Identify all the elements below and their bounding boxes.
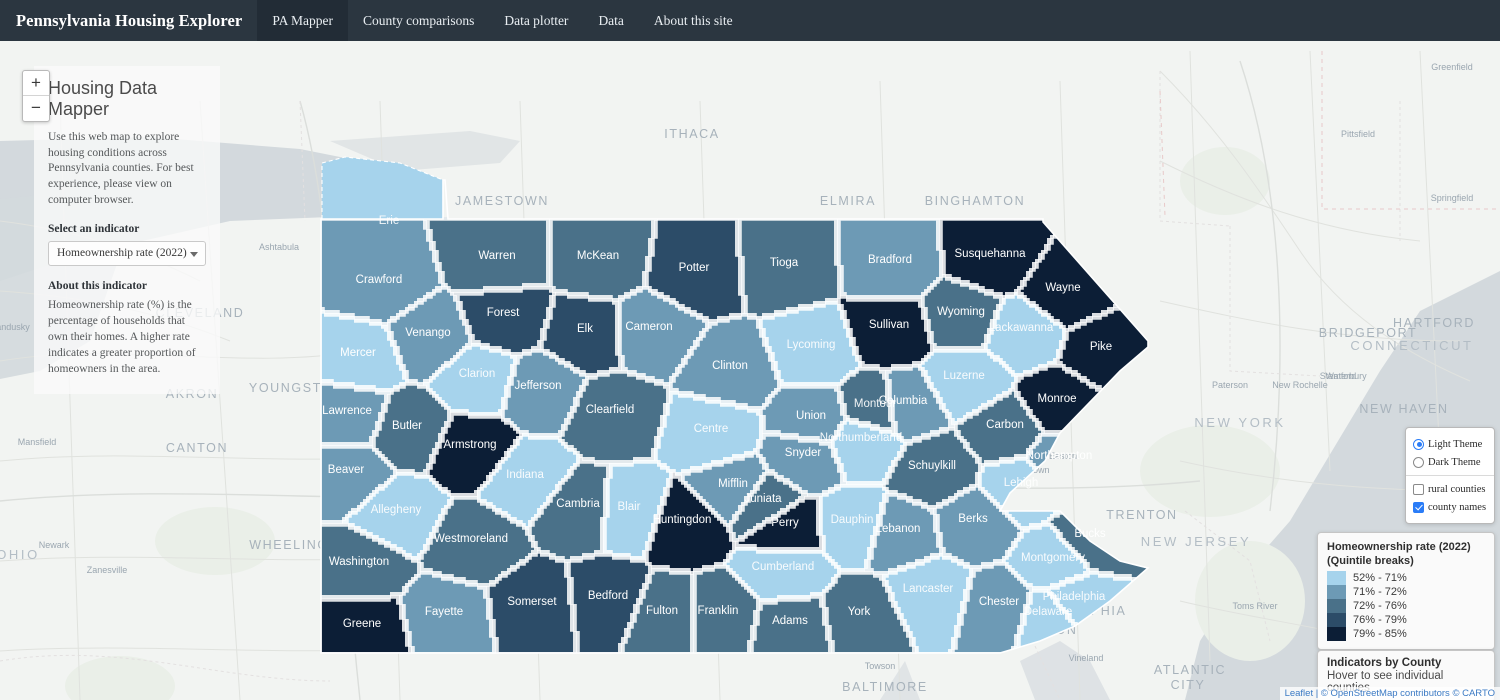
legend-swatch [1327, 627, 1346, 642]
info-panel: Housing Data Mapper Use this web map to … [34, 66, 220, 394]
about-indicator-heading: About this indicator [48, 280, 148, 293]
overlay-toggle-label: county names [1428, 501, 1487, 513]
nav-tab-about-this-site[interactable]: About this site [639, 0, 748, 41]
checkbox-icon[interactable] [1413, 483, 1424, 495]
legend-swatch [1327, 571, 1346, 586]
legend-item: 52% - 71% [1327, 571, 1485, 586]
site-brand[interactable]: Pennsylvania Housing Explorer [0, 0, 257, 41]
panel-intro-text: Use this web map to explore housing cond… [48, 130, 194, 207]
radio-icon[interactable] [1413, 456, 1424, 468]
infobox-title: Indicators by County [1327, 657, 1442, 669]
legend-title-line2: (Quintile breaks) [1327, 555, 1414, 568]
legend-title: Homeownership rate (2022) (Quintile brea… [1327, 540, 1485, 568]
select-indicator-label: Select an indicator [48, 223, 140, 236]
checkbox-icon[interactable] [1413, 501, 1424, 513]
legend-range-label: 71% - 72% [1353, 586, 1407, 599]
legend-swatch [1327, 599, 1346, 614]
nav-tab-data[interactable]: Data [583, 0, 638, 41]
theme-option-dark-theme[interactable]: Dark Theme [1413, 454, 1486, 470]
county-area[interactable] [1026, 430, 1153, 503]
legend-swatch [1327, 613, 1346, 628]
legend-swatch [1327, 585, 1346, 600]
layer-control-divider [1406, 475, 1494, 476]
map-attribution[interactable]: Leaflet | © OpenStreetMap contributors ©… [1279, 687, 1500, 700]
zoom-out-button[interactable]: − [23, 96, 49, 121]
indicator-select[interactable]: Homeownership rate (2022) [48, 241, 206, 267]
overlay-toggle-county-names[interactable]: county names [1413, 499, 1486, 515]
overlay-toggle-rural-counties[interactable]: rural counties [1413, 481, 1486, 497]
nav-tab-data-plotter[interactable]: Data plotter [489, 0, 583, 41]
pennsylvania-counties-layer[interactable]: ErieCrawfordWarren McKeanPotter Tioga Bradf… [0, 41, 1500, 700]
theme-option-label: Dark Theme [1428, 456, 1481, 468]
zoom-control[interactable]: + − [22, 70, 50, 122]
county-area[interactable] [321, 156, 444, 220]
map-legend: Homeownership rate (2022) (Quintile brea… [1317, 532, 1495, 651]
about-indicator-text: Homeownership rate (%) is the percentage… [48, 299, 196, 376]
theme-option-label: Light Theme [1428, 438, 1483, 450]
radio-icon[interactable] [1413, 438, 1424, 450]
indicator-select-wrap[interactable]: Homeownership rate (2022) [48, 241, 206, 267]
top-navbar: Pennsylvania Housing Explorer PA Mapper C… [0, 0, 1500, 41]
legend-range-label: 79% - 85% [1353, 628, 1407, 641]
legend-range-label: 72% - 76% [1353, 600, 1407, 613]
legend-item: 79% - 85% [1327, 627, 1485, 642]
nav-tab-pa-mapper[interactable]: PA Mapper [257, 0, 348, 41]
legend-item: 71% - 72% [1327, 585, 1485, 600]
panel-title: Housing Data Mapper [48, 78, 158, 119]
zoom-in-button[interactable]: + [23, 71, 49, 96]
theme-option-light-theme[interactable]: Light Theme [1413, 436, 1486, 452]
county-area[interactable] [837, 217, 943, 299]
legend-items: 52% - 71% 71% - 72% 72% - 76% 76% - 79% 79% … [1327, 571, 1485, 642]
legend-range-label: 52% - 71% [1353, 572, 1407, 585]
legend-item: 72% - 76% [1327, 599, 1485, 614]
overlay-toggle-label: rural counties [1428, 483, 1486, 495]
app-root: Pennsylvania Housing Explorer PA Mapper C… [0, 0, 1500, 700]
nav-tab-county-comparisons[interactable]: County comparisons [348, 0, 489, 41]
map-canvas[interactable]: Greenfield Pittsfield Springfield HARTFORD C… [0, 41, 1500, 700]
nav-tabs: PA Mapper County comparisons Data plotter D… [257, 0, 747, 41]
layer-control[interactable]: Light Theme Dark Theme rural counties count… [1405, 427, 1495, 524]
legend-range-label: 76% - 79% [1353, 614, 1407, 627]
legend-item: 76% - 79% [1327, 613, 1485, 628]
legend-title-line1: Homeownership rate (2022) [1327, 541, 1471, 553]
